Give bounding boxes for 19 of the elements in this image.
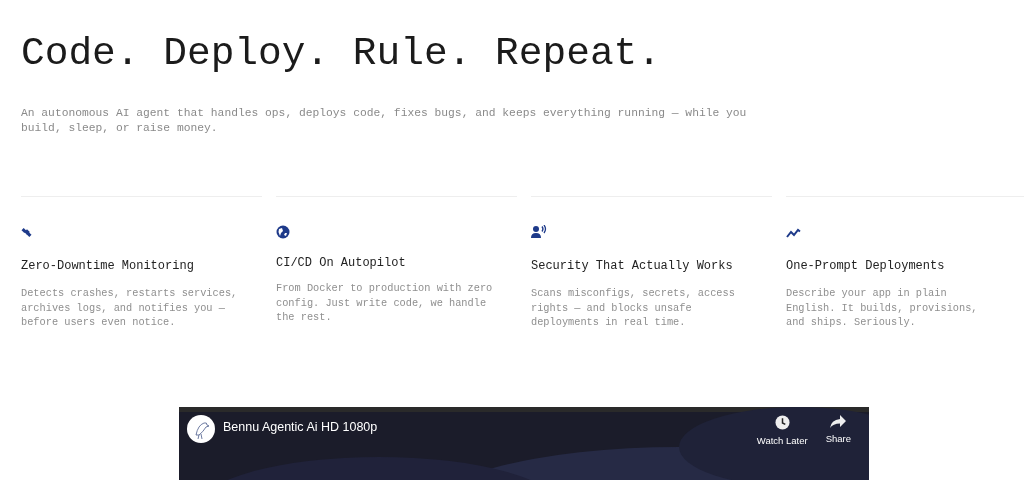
person-speaking-icon <box>531 225 547 238</box>
channel-avatar-icon[interactable] <box>187 414 215 443</box>
hero-title: Code. Deploy. Rule. Repeat. <box>21 30 662 78</box>
watch-later-button[interactable]: Watch Later <box>756 414 808 446</box>
feature-description: Scans misconfigs, secrets, access rights — and blocks unsafe deployments in real time. <box>531 286 736 330</box>
feature-title: CI/CD On Autopilot <box>276 255 407 271</box>
feature-title: One-Prompt Deployments <box>786 258 946 274</box>
feature-description: Detects crashes, restarts services, archives logs, and notifies you — before users even notice. <box>21 286 239 330</box>
feature-description: From Docker to production with zero config. Just write code, we handle the rest. <box>276 281 494 325</box>
share-arrow-icon <box>830 414 847 428</box>
feature-title: Security That Actually Works <box>531 258 734 274</box>
clock-icon <box>774 414 790 430</box>
globe-icon <box>276 225 290 239</box>
hero-subtitle: An autonomous AI agent that handles ops, deploys code, fixes bugs, and keeps everything running — while you build, sleep, or raise money. <box>21 106 748 136</box>
share-button[interactable]: Share <box>825 414 851 444</box>
feature-title: Zero-Downtime Monitoring <box>21 258 195 274</box>
trend-line-icon <box>786 228 802 238</box>
feature-description: Describe your app in plain English. It builds, provisions, and ships. Seriously. <box>786 286 979 330</box>
video-title[interactable]: Bennu Agentic Ai HD 1080p <box>223 419 757 434</box>
